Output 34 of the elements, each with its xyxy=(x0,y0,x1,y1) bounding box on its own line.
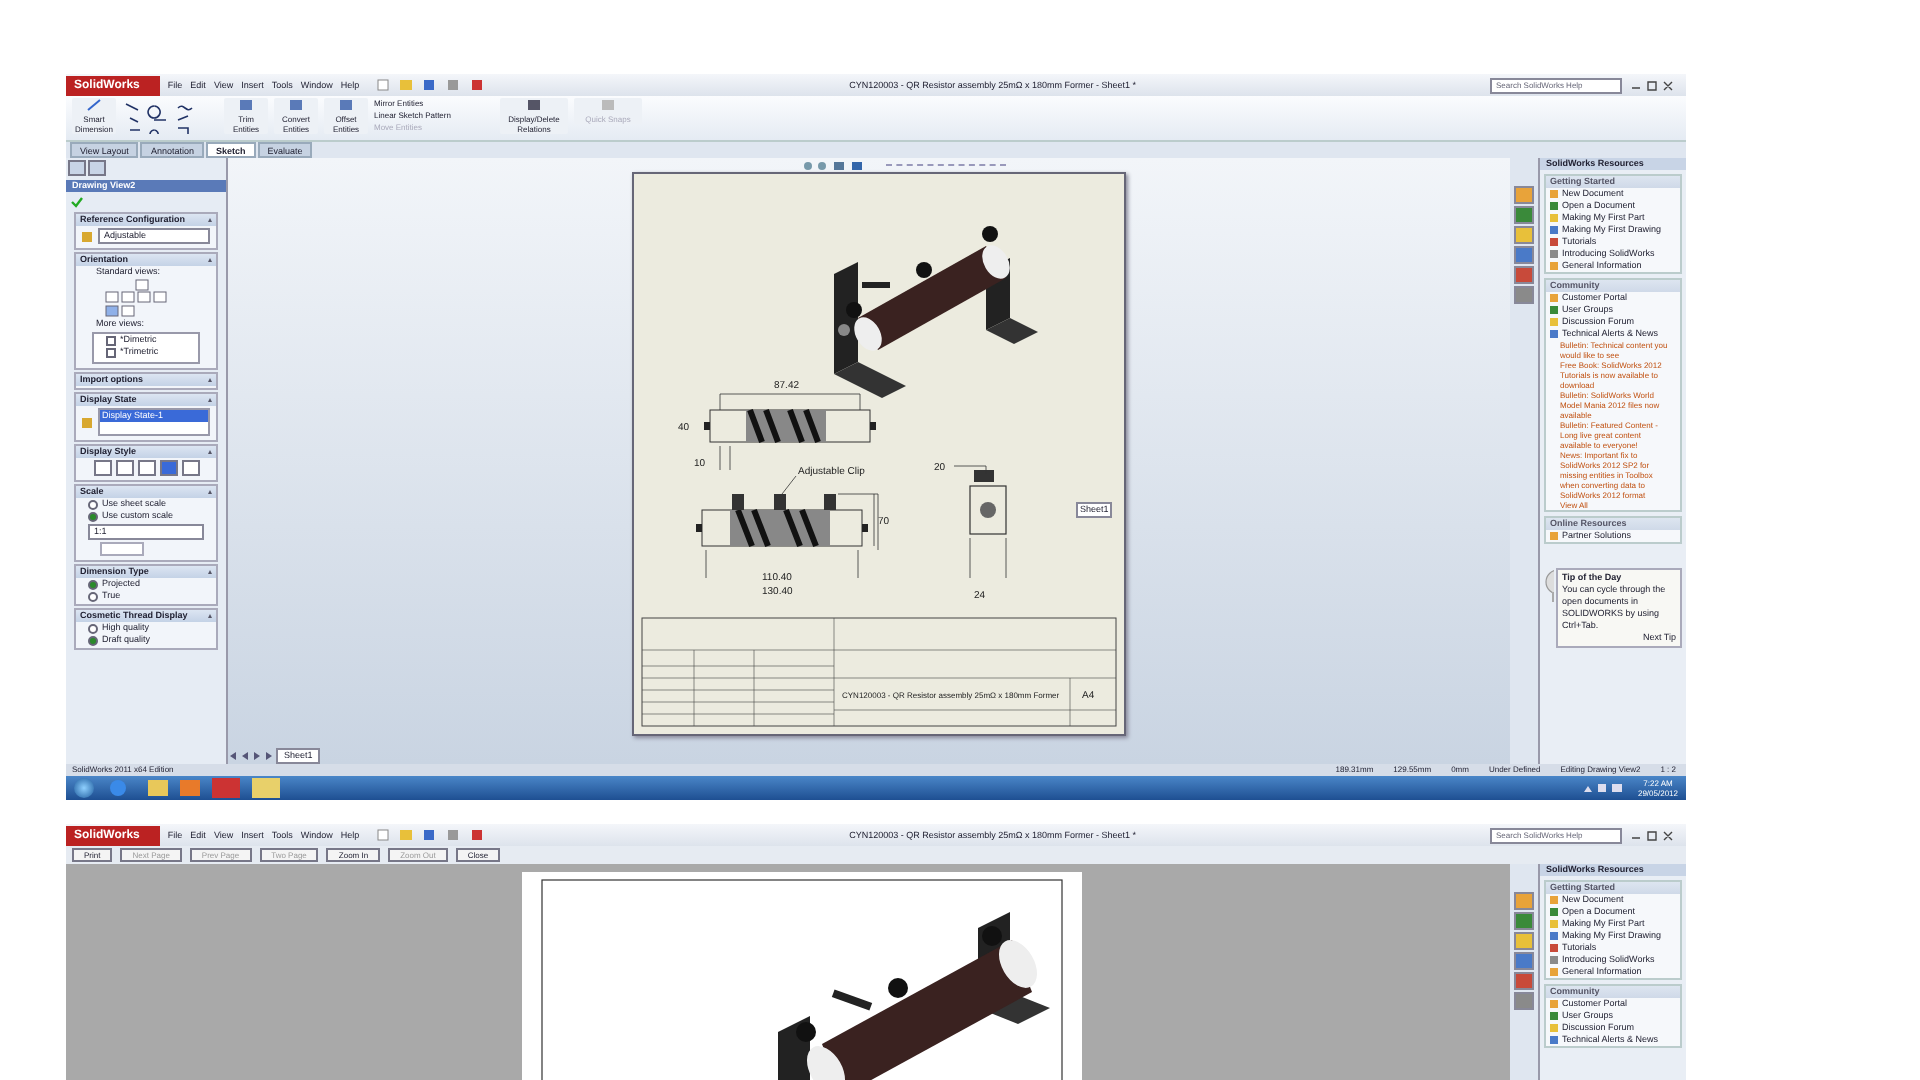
radio-button[interactable] xyxy=(88,591,98,601)
system-tray-icons[interactable] xyxy=(1581,782,1626,794)
radio-button[interactable] xyxy=(88,623,98,633)
leader-line xyxy=(781,475,797,495)
display-style-button[interactable] xyxy=(181,460,199,476)
tool-icon xyxy=(238,98,254,112)
pinned-app-icons[interactable] xyxy=(106,778,286,798)
radio-button[interactable] xyxy=(88,635,98,645)
property-tab-icon[interactable] xyxy=(88,160,106,176)
configuration-icon xyxy=(82,231,92,241)
feature-tree-tab-icon[interactable] xyxy=(68,160,86,176)
tool-icon xyxy=(600,98,616,112)
tool-icon xyxy=(288,98,304,112)
checkbox[interactable] xyxy=(106,347,116,357)
checkbox[interactable] xyxy=(106,335,116,345)
display-state-icon xyxy=(82,417,92,427)
display-style-button[interactable] xyxy=(93,460,111,476)
scale-field[interactable] xyxy=(100,542,144,556)
window-controls-icon[interactable] xyxy=(1630,829,1678,841)
dimension-icon xyxy=(86,98,102,112)
tool-icon xyxy=(526,98,542,112)
side-view-drawing xyxy=(953,465,1007,579)
link-icon xyxy=(1550,532,1558,540)
display-style-button[interactable] xyxy=(137,460,155,476)
radio-button[interactable] xyxy=(88,511,98,521)
tool-icon xyxy=(338,98,354,112)
display-style-button[interactable] xyxy=(159,460,177,476)
checkmark-icon[interactable] xyxy=(70,196,84,208)
display-style-button[interactable] xyxy=(115,460,133,476)
radio-button[interactable] xyxy=(88,499,98,509)
sheet-navigation-icons[interactable] xyxy=(228,750,272,762)
radio-button[interactable] xyxy=(88,579,98,589)
start-button[interactable] xyxy=(74,778,94,798)
window-controls-icon[interactable] xyxy=(1630,79,1678,91)
